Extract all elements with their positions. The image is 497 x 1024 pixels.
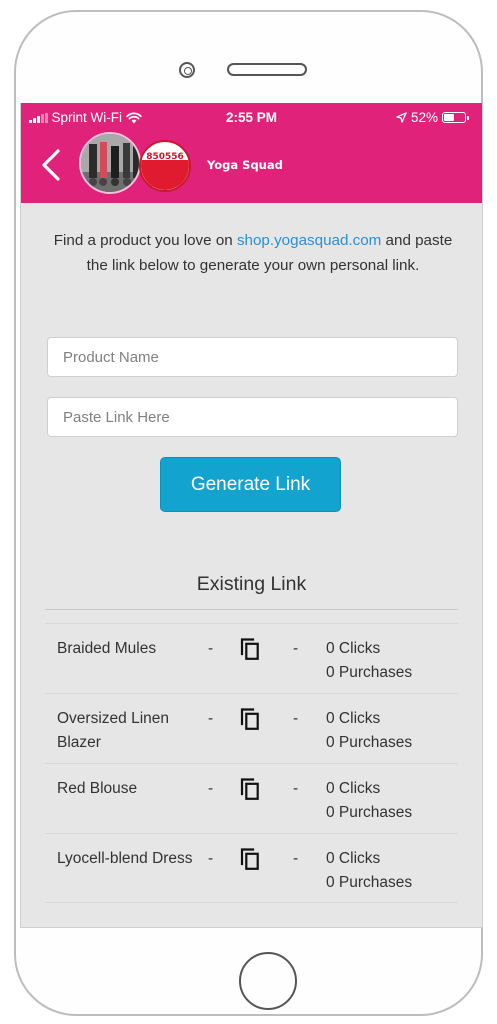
separator-dash: - (293, 710, 299, 727)
separator-dash: - (293, 850, 299, 867)
separator-dash: - (208, 850, 214, 867)
separator-dash: - (208, 640, 214, 657)
badge-code: 850556 (146, 152, 184, 162)
front-camera (179, 62, 195, 78)
back-chevron-icon[interactable] (39, 148, 63, 182)
copy-icon[interactable] (239, 777, 261, 801)
click-count: 0 Clicks (326, 780, 381, 797)
group-avatar (79, 132, 141, 194)
status-right: 52% (396, 110, 469, 125)
click-count: 0 Clicks (326, 640, 381, 657)
app-header: Sprint Wi-Fi 2:55 PM 52% 850556 Yoga Squ… (21, 103, 482, 203)
link-stats: 0 Clicks 0 Purchases (326, 707, 412, 755)
link-product-name: Red Blouse (57, 780, 138, 797)
intro-text-start: Find a product you love on (53, 232, 237, 249)
purchase-count: 0 Purchases (326, 874, 413, 891)
click-count: 0 Clicks (326, 850, 381, 867)
generate-link-button[interactable]: Generate Link (160, 457, 341, 512)
shop-link[interactable]: shop.yogasquad.com (237, 232, 381, 249)
group-name: Yoga Squad (207, 158, 283, 172)
group-photo-image (81, 134, 139, 192)
link-stats: 0 Clicks 0 Purchases (326, 777, 412, 825)
earpiece-speaker (227, 63, 307, 76)
separator-dash: - (208, 710, 214, 727)
link-product-name: Oversized Linen Blazer (57, 710, 170, 751)
copy-icon[interactable] (239, 637, 261, 661)
copy-icon[interactable] (239, 707, 261, 731)
link-product-name: Lyocell-blend Dress (57, 850, 193, 867)
separator-dash: - (293, 640, 299, 657)
location-arrow-icon (396, 112, 407, 123)
purchase-count: 0 Purchases (326, 804, 413, 821)
link-stats: 0 Clicks 0 Purchases (326, 847, 412, 895)
link-stats: 0 Clicks 0 Purchases (326, 637, 412, 685)
purchase-count: 0 Purchases (326, 664, 413, 681)
product-name-input[interactable] (47, 337, 458, 377)
list-item: Red Blouse - - 0 Clicks 0 Purchases (45, 763, 458, 833)
link-product-name: Braided Mules (57, 640, 157, 657)
separator-dash: - (208, 780, 214, 797)
list-item: Oversized Linen Blazer - - 0 Clicks 0 Purcha… (45, 693, 458, 763)
app-screen: Sprint Wi-Fi 2:55 PM 52% 850556 Yoga Squ… (20, 103, 483, 928)
copy-icon[interactable] (239, 847, 261, 871)
click-count: 0 Clicks (326, 710, 381, 727)
home-button[interactable] (239, 952, 297, 1010)
badge-red-band (141, 160, 189, 190)
existing-links-title: Existing Link (196, 573, 307, 595)
list-item: Braided Mules - - 0 Clicks 0 Purchases (45, 623, 458, 693)
battery-percent: 52% (410, 110, 438, 125)
status-bar: Sprint Wi-Fi 2:55 PM 52% (21, 107, 482, 127)
group-badge: 850556 (139, 140, 191, 192)
paste-link-input[interactable] (47, 397, 458, 437)
intro-text: Find a product you love on shop.yogasqua… (43, 228, 463, 278)
purchase-count: 0 Purchases (326, 734, 413, 751)
battery-fill (444, 114, 454, 121)
separator-dash: - (293, 780, 299, 797)
list-item: Lyocell-blend Dress - -0 Clicks 0 Purchases (45, 833, 458, 903)
section-divider (45, 609, 458, 610)
existing-links-list: Braided Mules - -0 Clicks 0 Purchases Oversi… (45, 623, 458, 903)
battery-icon (442, 112, 469, 123)
